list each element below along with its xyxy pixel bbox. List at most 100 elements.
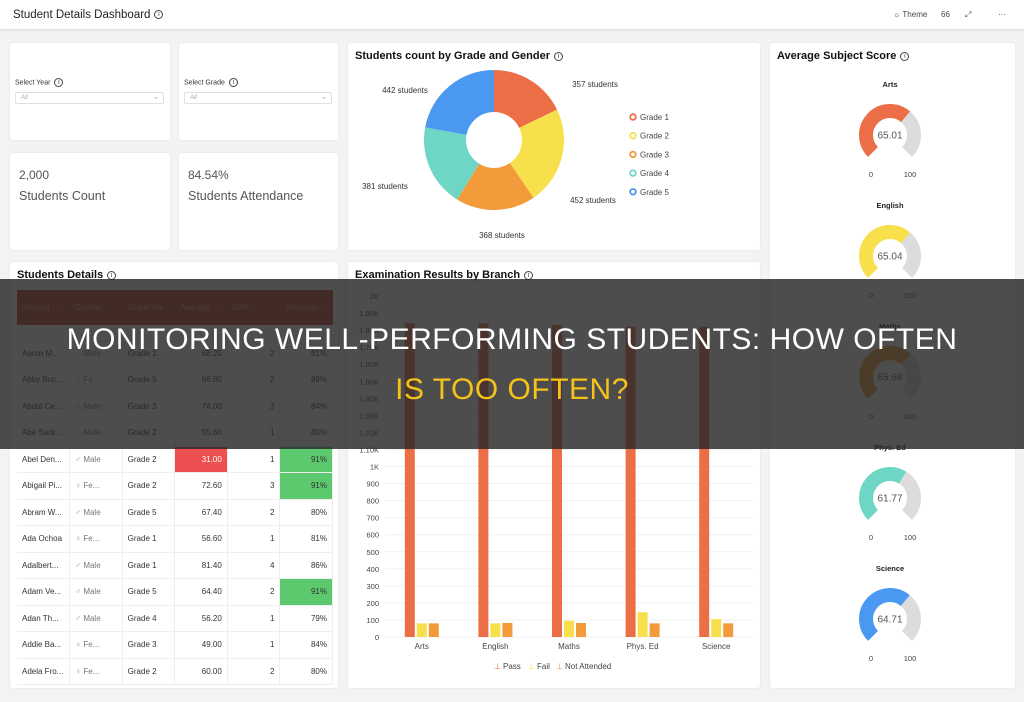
bar-fail: [490, 623, 501, 637]
table-row[interactable]: Addie Ba... ♀ Fe... Grade 3 49.00 1 84%: [17, 631, 333, 659]
gender-text: Fe...: [83, 666, 100, 676]
overlay-title-line1: MONITORING WELL-PERFORMING STUDENTS: HOW…: [66, 323, 958, 356]
gender-text: Fe...: [83, 481, 100, 491]
info-icon[interactable]: i: [228, 78, 238, 87]
table-cell: Grade 3: [122, 631, 176, 659]
legend-item: Grade 4: [640, 169, 669, 178]
table-cell: 56.60: [174, 525, 228, 553]
gauge-track: [900, 595, 921, 641]
gauge-max-label: 100: [904, 533, 917, 542]
table-row[interactable]: Adela Fro... ♀ Fe... Grade 2 60.00 2 80%: [17, 658, 333, 685]
legend-marker: [629, 169, 637, 177]
table-cell: 91%: [279, 578, 333, 606]
table-row[interactable]: Ada Ochoa ♀ Fe... Grade 1 56.60 1 81%: [17, 525, 333, 553]
grade-select[interactable]: All ⌄: [184, 92, 332, 104]
gauge-track: [900, 232, 921, 278]
students-count-card: 2,000 Students Count: [10, 153, 170, 250]
y-tick-label: 900: [366, 480, 379, 489]
gauge-max-label: 100: [904, 654, 917, 663]
table-cell: ♂ Male: [69, 446, 123, 473]
gauge-title: Arts: [882, 80, 897, 89]
year-select[interactable]: All ⌄: [15, 92, 164, 104]
table-cell: Adan Th...: [17, 605, 71, 632]
gauge-value: 64.71: [877, 615, 902, 626]
gauge-track: [898, 471, 921, 520]
table-cell: 64.40: [174, 578, 228, 606]
sun-icon: ☼: [893, 10, 903, 19]
theme-button[interactable]: ☼ Theme: [893, 10, 927, 19]
gender-text: Male: [83, 560, 101, 570]
table-row[interactable]: Abram W... ♂ Male Grade 5 67.40 2 80%: [17, 499, 333, 526]
chevron-down-icon: ⌄: [321, 94, 327, 101]
donut-data-label: 368 students: [479, 231, 525, 240]
y-tick-label: 200: [366, 599, 379, 608]
table-cell: 91%: [279, 472, 333, 500]
table-row[interactable]: Adalbert... ♂ Male Grade 1 81.40 4 86%: [17, 552, 333, 579]
table-cell: 1: [227, 446, 281, 473]
legend-item: Grade 1: [640, 113, 669, 122]
table-row[interactable]: Adam Ve... ♂ Male Grade 5 64.40 2 91%: [17, 578, 333, 606]
bar-not-attended: [576, 623, 586, 637]
table-cell: Adela Fro...: [17, 658, 71, 685]
gender-text: Fe...: [83, 534, 100, 544]
donut-data-label: 442 students: [382, 86, 428, 95]
grade-filter-label: Select Grade: [184, 79, 225, 87]
legend-item: Fail: [537, 662, 550, 671]
table-cell: 80%: [279, 499, 333, 526]
table-cell: Grade 5: [122, 499, 176, 526]
table-cell: 2: [227, 658, 281, 685]
table-cell: ♂ Male: [69, 499, 123, 526]
table-cell: 79%: [279, 605, 333, 632]
info-icon[interactable]: i: [54, 78, 64, 87]
donut-chart: 357 students Grade 1 452 students Grade 2 36…: [362, 70, 669, 240]
bar-not-attended: [723, 623, 734, 637]
table-cell: 60.00: [174, 658, 228, 685]
gender-text: Male: [83, 613, 101, 623]
gauge-min-label: 0: [869, 533, 873, 542]
bar-fail: [416, 623, 427, 637]
table-row[interactable]: Abigail Pi... ♀ Fe... Grade 2 72.60 3 91%: [17, 472, 333, 500]
year-filter-label: Select Year: [15, 79, 51, 87]
grade-filter-card: Select Grade i All ⌄: [179, 43, 338, 140]
expand-icon[interactable]: ⤢: [965, 10, 971, 20]
table-row[interactable]: Abel Den... ♂ Male Grade 2 31.00 1 91%: [17, 446, 333, 473]
table-cell: 84%: [279, 631, 333, 659]
bar-not-attended: [649, 623, 660, 637]
y-tick-label: 400: [366, 565, 379, 574]
table-cell: Abigail Pi...: [17, 472, 71, 500]
donut-data-label: 357 students: [572, 80, 618, 89]
overlay-title-line2: IS TOO OFTEN?: [395, 373, 629, 406]
header-bar: Student Details Dashboard i ☼ Theme 66 ⤢ …: [0, 0, 1024, 30]
table-cell: 80%: [279, 658, 333, 685]
gauge-value: 65.01: [877, 131, 902, 142]
table-cell: Abram W...: [17, 499, 71, 526]
legend-marker: [629, 113, 637, 121]
x-tick-label: English: [482, 642, 508, 651]
kpi-label: Students Attendance: [188, 189, 304, 203]
table-cell: 56.20: [174, 605, 228, 632]
table-cell: Grade 5: [122, 578, 176, 606]
x-tick-label: Maths: [558, 642, 580, 651]
more-icon[interactable]: ···: [998, 10, 1006, 19]
table-cell: 1: [227, 631, 281, 659]
kpi-label: Students Count: [19, 189, 106, 203]
y-tick-label: 100: [366, 616, 379, 625]
table-cell: Adam Ve...: [17, 578, 71, 606]
view-button[interactable]: 66: [941, 10, 950, 19]
x-tick-label: Arts: [415, 642, 429, 651]
gauge-min-label: 0: [869, 170, 873, 179]
table-cell: ♂ Male: [69, 605, 123, 632]
legend-marker: [629, 131, 637, 140]
table-cell: 72.60: [174, 472, 228, 500]
y-tick-label: 700: [366, 514, 379, 523]
info-icon[interactable]: i: [154, 10, 164, 20]
legend-item: Not Attended: [565, 662, 611, 671]
gender-text: Male: [83, 507, 101, 517]
table-cell: Ada Ochoa: [17, 525, 71, 553]
year-filter-card: Select Year i All ⌄: [10, 43, 170, 140]
table-row[interactable]: Adan Th... ♂ Male Grade 4 56.20 1 79%: [17, 605, 333, 632]
gender-text: Male: [83, 454, 101, 464]
y-tick-label: 300: [366, 582, 379, 591]
table-cell: 1: [227, 525, 281, 553]
table-cell: ♂ Male: [69, 578, 123, 606]
